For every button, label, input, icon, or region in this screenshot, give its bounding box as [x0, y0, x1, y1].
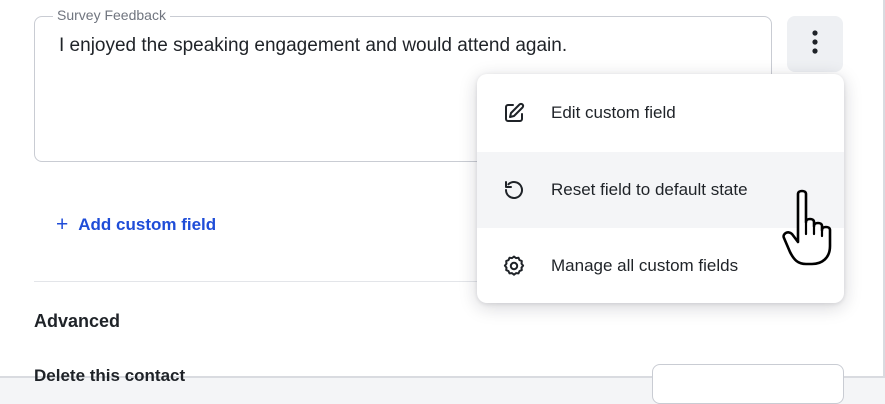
delete-contact-label: Delete this contact [34, 366, 186, 385]
survey-feedback-value[interactable]: I enjoyed the speaking engagement and wo… [59, 35, 567, 57]
menu-item-edit-custom-field[interactable]: Edit custom field [477, 74, 844, 152]
hand-pointer-cursor [780, 188, 836, 273]
plus-icon: + [56, 213, 69, 236]
gear-icon [501, 253, 527, 279]
field-options-button[interactable] [787, 16, 843, 72]
menu-item-label: Reset field to default state [551, 180, 748, 199]
edit-icon [501, 100, 527, 126]
menu-item-label: Edit custom field [551, 103, 676, 122]
survey-feedback-legend: Survey Feedback [53, 6, 170, 24]
delete-contact-button[interactable] [652, 364, 844, 404]
menu-item-label: Manage all custom fields [551, 256, 739, 275]
add-custom-field-button[interactable]: + Add custom field [56, 214, 216, 235]
more-vertical-icon [812, 29, 818, 59]
reset-icon [501, 177, 527, 203]
advanced-heading: Advanced [34, 311, 121, 331]
add-custom-field-label: Add custom field [78, 214, 217, 234]
